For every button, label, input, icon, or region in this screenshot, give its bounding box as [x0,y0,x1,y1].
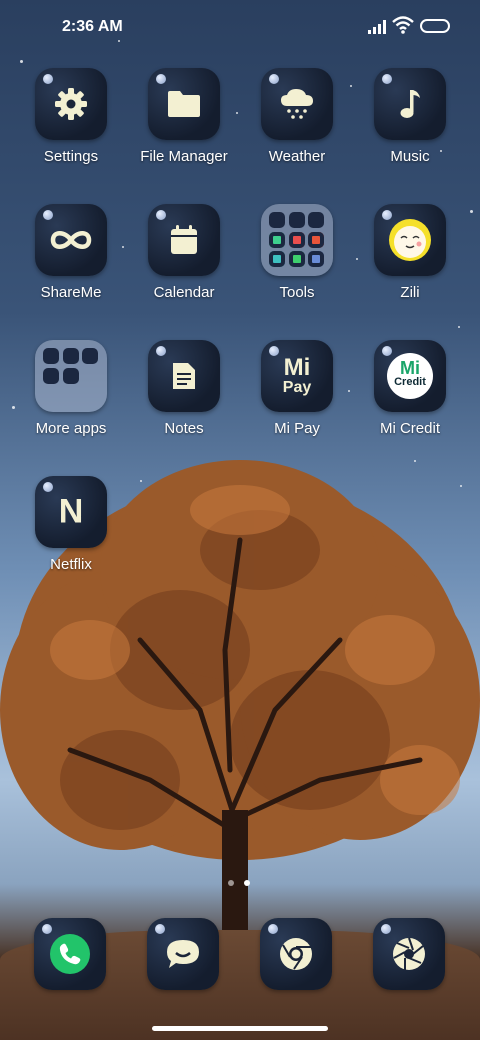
app-label: More apps [35,420,107,437]
app-label: Weather [268,148,326,165]
app-label: Music [390,148,430,165]
app-label: Netflix [50,556,92,573]
folder-more-apps-icon [43,348,99,404]
app-label: Notes [164,420,204,437]
app-label: Mi Credit [379,420,440,437]
dock-camera[interactable] [373,918,445,990]
app-notes[interactable]: Notes [129,340,239,437]
app-label: Calendar [153,284,215,301]
app-zili[interactable]: Zili [355,204,465,301]
status-bar: 2:36 AM [0,0,480,56]
app-shareme[interactable]: ShareMe [16,204,126,301]
app-label: Tools [279,284,315,301]
app-netflix[interactable]: N Netflix [16,476,126,573]
mi-pay-icon-top: Mi [283,354,311,381]
infinity-icon [50,231,92,249]
status-time: 2:36 AM [62,18,123,35]
cloud-snow-icon [281,89,313,119]
wifi-icon [392,16,414,34]
app-label: File Manager [140,148,228,165]
folder-icon [168,91,200,117]
app-mi-pay[interactable]: Mi Pay Mi Pay [242,340,352,437]
messages-icon [167,940,199,968]
mi-pay-icon-bottom: Pay [282,379,312,396]
camera-icon [393,937,425,970]
netflix-icon: N [58,492,84,531]
app-label: Mi Pay [274,420,320,437]
music-note-icon [400,90,420,118]
dock-phone[interactable] [34,918,106,990]
app-music[interactable]: Music [355,68,465,165]
dock-browser[interactable] [260,918,332,990]
mi-credit-icon-top: Mi [400,358,420,378]
mi-credit-icon: Mi Credit [387,353,433,399]
app-label: ShareMe [40,284,102,301]
app-file-manager[interactable]: File Manager [129,68,239,165]
app-label: Settings [43,148,99,165]
phone-icon [50,934,90,974]
zili-face-icon [389,219,431,261]
app-settings[interactable]: Settings [16,68,126,165]
mi-credit-icon-bottom: Credit [394,376,426,388]
home-indicator[interactable] [152,1026,328,1031]
browser-icon [280,938,312,970]
battery-icon [420,19,450,33]
folder-more-apps[interactable]: More apps [16,340,126,437]
notes-icon [173,363,195,389]
calendar-icon [171,225,197,254]
gear-icon [55,88,87,120]
app-weather[interactable]: Weather [242,68,352,165]
app-calendar[interactable]: Calendar [129,204,239,301]
folder-tools-icon [269,212,325,268]
app-label: Zili [400,284,420,301]
signal-icon [368,20,386,34]
folder-tools[interactable]: Tools [242,204,352,301]
app-mi-credit[interactable]: Mi Credit Mi Credit [355,340,465,437]
mi-pay-icon: Mi Pay [283,356,311,396]
dock-messages[interactable] [147,918,219,990]
page-indicator[interactable] [226,878,256,888]
